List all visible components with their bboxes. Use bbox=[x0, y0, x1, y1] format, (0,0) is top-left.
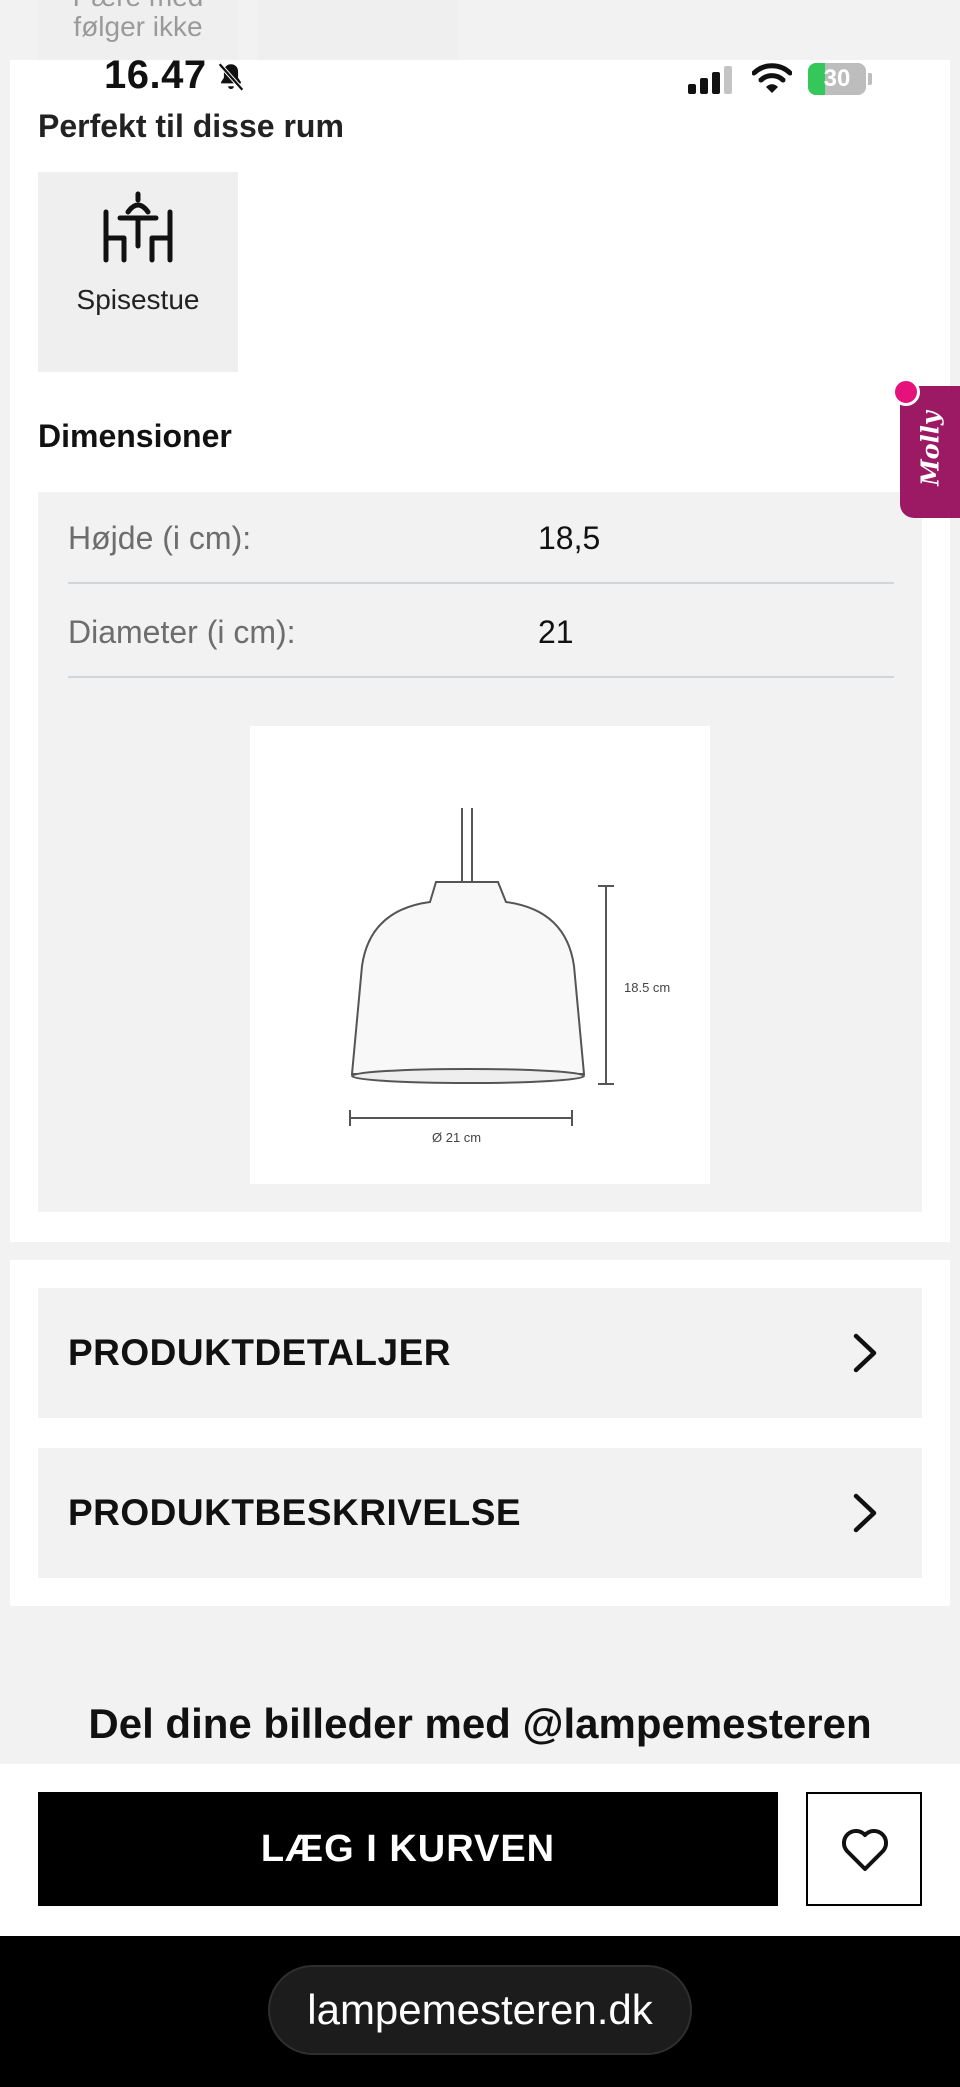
dimensions-title: Dimensioner bbox=[38, 418, 232, 454]
bottom-action-bar: LÆG I KURVEN bbox=[0, 1764, 960, 1936]
chevron-right-icon bbox=[853, 1333, 877, 1373]
cellular-signal-icon bbox=[688, 66, 732, 94]
dimension-value: 18,5 bbox=[538, 520, 601, 556]
dimension-row-diameter: Diameter (i cm): 21 bbox=[68, 586, 894, 678]
bell-slash-icon bbox=[218, 62, 244, 92]
room-label-dining: Spisestue bbox=[76, 284, 200, 315]
share-heading: Del dine billeder med @lampemesteren bbox=[88, 1700, 872, 1747]
molly-notification-dot bbox=[892, 378, 920, 406]
dimension-label: Diameter (i cm): bbox=[68, 614, 296, 650]
molly-chat-widget[interactable]: Molly bbox=[900, 386, 960, 518]
bulb-info-tile: Pære med følger ikke bbox=[38, 0, 238, 60]
molly-label: Molly bbox=[915, 411, 945, 486]
accordion-produktbeskrivelse[interactable]: PRODUKTBESKRIVELSE bbox=[38, 1448, 922, 1578]
status-time: 16.47 bbox=[104, 53, 207, 97]
diagram-diameter-label: Ø 21 cm bbox=[432, 1130, 481, 1145]
diagram-height-label: 18.5 cm bbox=[624, 980, 670, 995]
chevron-right-icon bbox=[853, 1493, 877, 1533]
battery-icon: 30 bbox=[808, 63, 872, 95]
dimensions-panel: Højde (i cm): 18,5 Diameter (i cm): 21 1… bbox=[38, 492, 922, 1212]
url-field[interactable]: lampemesteren.dk bbox=[268, 1965, 692, 2055]
accordion-produktdetaljer[interactable]: PRODUKTDETALJER bbox=[38, 1288, 922, 1418]
add-to-cart-button[interactable]: LÆG I KURVEN bbox=[38, 1792, 778, 1906]
favorite-button[interactable] bbox=[806, 1792, 922, 1906]
top-info-tile-2 bbox=[258, 0, 458, 60]
dimension-label: Højde (i cm): bbox=[68, 520, 252, 556]
room-tile-dining[interactable]: Spisestue bbox=[38, 172, 238, 372]
wifi-icon bbox=[752, 63, 792, 93]
dimension-diagram: 18.5 cm Ø 21 cm bbox=[250, 726, 710, 1184]
browser-bar: lampemesteren.dk bbox=[0, 1936, 960, 2087]
rooms-title: Perfekt til disse rum bbox=[38, 108, 344, 144]
accordion-label: PRODUKTBESKRIVELSE bbox=[68, 1492, 522, 1533]
dimension-row-height: Højde (i cm): 18,5 bbox=[68, 492, 894, 584]
heart-icon bbox=[841, 1828, 889, 1871]
bulb-info-text: følger ikke bbox=[73, 11, 203, 42]
battery-percentage: 30 bbox=[823, 65, 851, 92]
accordion-label: PRODUKTDETALJER bbox=[68, 1332, 451, 1373]
lamp-drawing: 18.5 cm Ø 21 cm bbox=[349, 808, 670, 1145]
dimension-value: 21 bbox=[538, 614, 574, 650]
dining-room-icon bbox=[103, 191, 173, 263]
